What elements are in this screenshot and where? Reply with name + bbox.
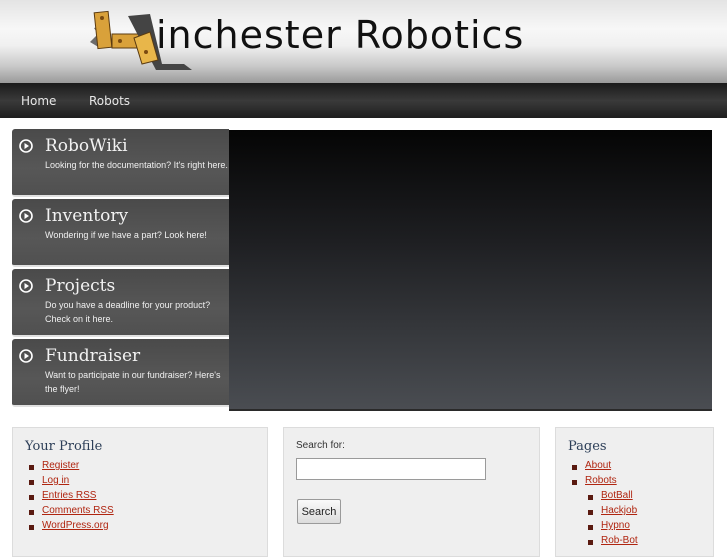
featured-title: Projects <box>45 276 116 296</box>
search-button[interactable]: Search <box>297 499 341 524</box>
widget-title: Your Profile <box>25 439 103 454</box>
rob-bot-link[interactable]: Rob-Bot <box>601 535 638 546</box>
square-bullet-icon <box>29 480 34 485</box>
square-bullet-icon <box>29 525 34 530</box>
square-bullet-icon <box>588 510 593 515</box>
featured-title: Fundraiser <box>45 346 141 366</box>
square-bullet-icon <box>588 525 593 530</box>
play-circle-icon <box>19 209 33 223</box>
profile-widget: Your Profile Register Log in Entries RSS… <box>12 427 268 557</box>
featured-description: Wondering if we have a part? Look here! <box>45 230 207 240</box>
site-header: inchester Robotics <box>0 0 727 83</box>
search-input[interactable] <box>296 458 486 480</box>
botball-link[interactable]: BotBall <box>601 490 633 501</box>
square-bullet-icon <box>29 495 34 500</box>
square-bullet-icon <box>588 540 593 545</box>
featured-item-robowiki[interactable]: RoboWiki Looking for the documentation? … <box>12 129 229 197</box>
search-label: Search for: <box>296 440 345 451</box>
featured-title: Inventory <box>45 206 129 226</box>
search-widget: Search for: Search <box>283 427 540 557</box>
featured-description: Want to participate in our fundraiser? H… <box>45 370 221 394</box>
entries-rss-link[interactable]: Entries RSS <box>42 490 96 501</box>
play-circle-icon <box>19 279 33 293</box>
play-circle-icon <box>19 139 33 153</box>
about-link[interactable]: About <box>585 460 611 471</box>
featured-title: RoboWiki <box>45 136 128 156</box>
square-bullet-icon <box>588 495 593 500</box>
featured-item-fundraiser[interactable]: Fundraiser Want to participate in our fu… <box>12 339 229 407</box>
nav-item-robots[interactable]: Robots <box>89 94 130 108</box>
play-circle-icon <box>19 349 33 363</box>
site-title[interactable]: inchester Robotics <box>156 13 524 57</box>
widget-title: Pages <box>568 439 607 454</box>
featured-description: Looking for the documentation? It's righ… <box>45 160 228 170</box>
main-nav: Home Robots <box>0 83 727 118</box>
robots-link[interactable]: Robots <box>585 475 617 486</box>
square-bullet-icon <box>29 510 34 515</box>
register-link[interactable]: Register <box>42 460 79 471</box>
featured-item-projects[interactable]: Projects Do you have a deadline for your… <box>12 269 229 337</box>
wordpress-link[interactable]: WordPress.org <box>42 520 109 531</box>
hackjob-link[interactable]: Hackjob <box>601 505 637 516</box>
featured-description: Do you have a deadline for your product?… <box>45 300 211 324</box>
square-bullet-icon <box>29 465 34 470</box>
featured-item-inventory[interactable]: Inventory Wondering if we have a part? L… <box>12 199 229 267</box>
featured-list: RoboWiki Looking for the documentation? … <box>12 129 229 410</box>
square-bullet-icon <box>572 465 577 470</box>
pages-widget: Pages About Robots BotBall Hackjob Hypno… <box>555 427 714 557</box>
nav-item-home[interactable]: Home <box>21 94 56 108</box>
square-bullet-icon <box>572 480 577 485</box>
hypno-link[interactable]: Hypno <box>601 520 630 531</box>
featured-image-panel <box>229 130 712 411</box>
login-link[interactable]: Log in <box>42 475 69 486</box>
comments-rss-link[interactable]: Comments RSS <box>42 505 114 516</box>
